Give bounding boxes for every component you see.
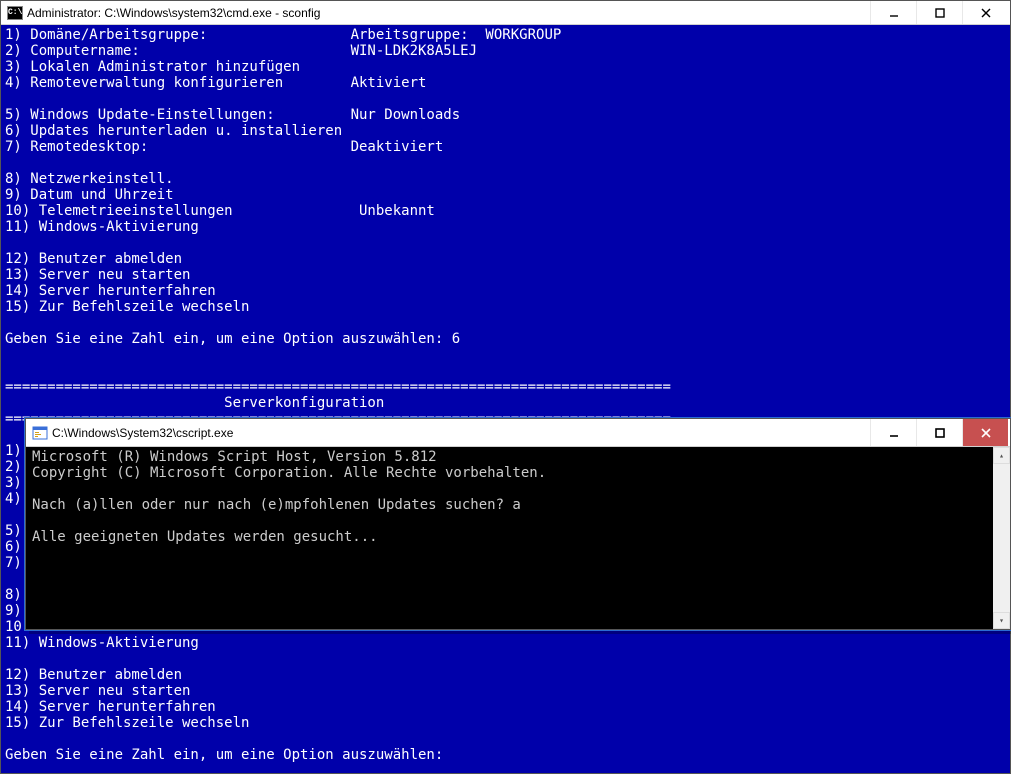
scroll-down-button[interactable]: ▾	[993, 612, 1010, 629]
cscript-title: C:\Windows\System32\cscript.exe	[52, 426, 870, 440]
cmd-window-controls	[870, 1, 1008, 24]
cmd-window: C:\ Administrator: C:\Windows\system32\c…	[0, 0, 1011, 774]
cscript-titlebar[interactable]: C:\Windows\System32\cscript.exe	[26, 419, 1010, 447]
close-button[interactable]	[962, 1, 1008, 24]
scroll-up-button[interactable]: ▴	[993, 447, 1010, 464]
cscript-console-output[interactable]: Microsoft (R) Windows Script Host, Versi…	[26, 447, 993, 629]
cscript-window: C:\Windows\System32\cscript.exe Microsof…	[25, 418, 1011, 630]
scroll-track[interactable]	[993, 464, 1010, 612]
cmd-console-output[interactable]: 1) Domäne/Arbeitsgruppe: Arbeitsgruppe: …	[1, 25, 1010, 773]
cscript-icon	[32, 425, 48, 441]
minimize-button[interactable]	[870, 419, 916, 446]
cmd-titlebar[interactable]: C:\ Administrator: C:\Windows\system32\c…	[1, 1, 1010, 25]
maximize-button[interactable]	[916, 419, 962, 446]
cscript-body: Microsoft (R) Windows Script Host, Versi…	[26, 447, 1010, 629]
vertical-scrollbar[interactable]: ▴ ▾	[993, 447, 1010, 629]
cmd-icon: C:\	[7, 5, 23, 21]
maximize-button[interactable]	[916, 1, 962, 24]
close-button[interactable]	[962, 419, 1008, 446]
cscript-window-controls	[870, 419, 1008, 446]
minimize-button[interactable]	[870, 1, 916, 24]
cmd-title: Administrator: C:\Windows\system32\cmd.e…	[27, 6, 870, 20]
